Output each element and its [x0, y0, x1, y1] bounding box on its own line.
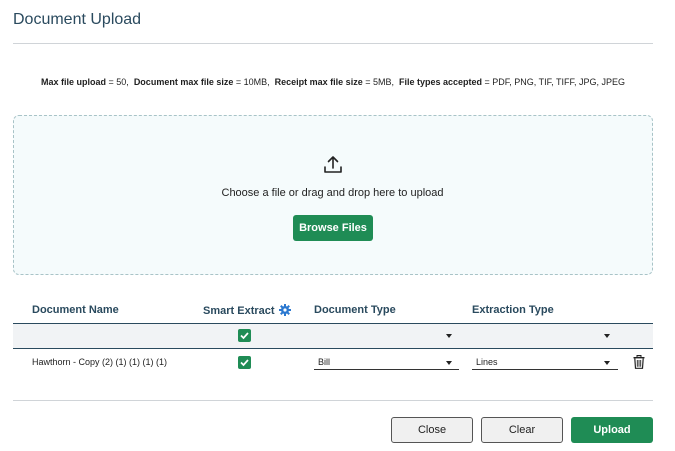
browse-files-button[interactable]: Browse Files: [293, 215, 373, 241]
doc-size-label: Document max file size: [133, 77, 234, 87]
row-document-name: Hawthorn - Copy (2) (1) (1) (1) (1): [32, 357, 168, 367]
row-smart-extract-checkbox[interactable]: [238, 356, 251, 369]
document-type-filter-dropdown[interactable]: [446, 334, 452, 338]
file-types-value: = PDF, PNG, TIF, TIFF, JPG, JPEG: [482, 77, 625, 87]
chevron-down-icon: [446, 361, 452, 365]
gear-icon[interactable]: [278, 304, 291, 316]
check-icon: [240, 359, 249, 367]
upload-limits: Max file upload = 50, Document max file …: [41, 77, 625, 87]
close-button[interactable]: Close: [391, 417, 473, 443]
trash-icon[interactable]: [633, 355, 645, 369]
extraction-type-filter-dropdown[interactable]: [604, 334, 610, 338]
file-types-label: File types accepted: [398, 77, 483, 87]
check-icon: [240, 332, 249, 340]
chevron-down-icon: [604, 361, 610, 365]
header-smart-extract: Smart Extract: [203, 304, 291, 317]
max-upload-value: = 50,: [106, 77, 129, 87]
row-document-type-value: Bill: [318, 357, 331, 367]
upload-button[interactable]: Upload: [571, 417, 653, 443]
row-extraction-type-value: Lines: [476, 357, 498, 367]
max-upload-label: Max file upload: [41, 77, 107, 87]
row-extraction-type-underline: [472, 369, 618, 370]
receipt-size-value: = 5MB,: [362, 77, 394, 87]
title-divider: [13, 43, 653, 44]
receipt-size-label: Receipt max file size: [274, 77, 363, 87]
doc-size-value: = 10MB,: [233, 77, 270, 87]
dialog-title: Document Upload: [13, 11, 142, 28]
filter-row: [13, 324, 653, 348]
footer-divider: [13, 400, 653, 401]
clear-button[interactable]: Clear: [481, 417, 563, 443]
header-document-name: Document Name: [32, 304, 119, 316]
filter-divider: [13, 348, 653, 349]
row-document-type-underline: [314, 369, 459, 370]
smart-extract-filter-checkbox[interactable]: [238, 329, 251, 342]
header-extraction-type: Extraction Type: [472, 304, 554, 316]
upload-icon: [324, 156, 342, 173]
drop-instructions: Choose a file or drag and drop here to u…: [221, 187, 444, 199]
header-document-type: Document Type: [314, 304, 396, 316]
header-smart-extract-label: Smart Extract: [203, 305, 275, 317]
